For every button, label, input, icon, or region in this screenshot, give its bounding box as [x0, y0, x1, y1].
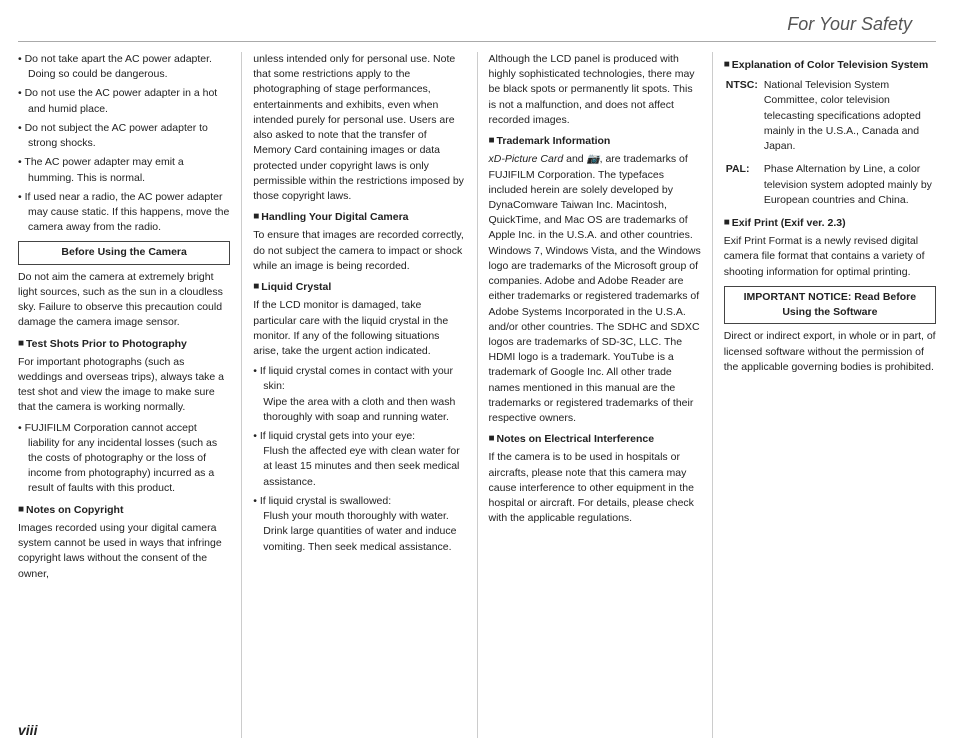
electrical-heading: Notes on Electrical Interference: [489, 432, 701, 447]
trademark-heading: Trademark Information: [489, 134, 701, 149]
before-camera-text: Do not aim the camera at extremely brigh…: [18, 270, 230, 331]
column-3: Although the LCD panel is produced with …: [482, 52, 708, 738]
liquid-bullet-2: If liquid crystal gets into your eye:Flu…: [253, 429, 465, 490]
test-shots-heading: Test Shots Prior to Photography: [18, 337, 230, 352]
electrical-text: If the camera is to be used in hospitals…: [489, 450, 701, 526]
test-shots-text: For important photographs (such as weddi…: [18, 355, 230, 416]
ac-adapter-bullets: Do not take apart the AC power adapter. …: [18, 52, 230, 235]
important-text: Direct or indirect export, in whole or i…: [724, 329, 936, 375]
copyright-heading: Notes on Copyright: [18, 503, 230, 518]
bullet-2: Do not use the AC power adapter in a hot…: [18, 86, 230, 116]
liquid-heading: Liquid Crystal: [253, 280, 465, 295]
before-camera-heading: Before Using the Camera: [18, 241, 230, 264]
pal-label: PAL:: [726, 162, 762, 208]
liquid-text: If the LCD monitor is damaged, take part…: [253, 298, 465, 359]
exif-text: Exif Print Format is a newly revised dig…: [724, 234, 936, 280]
pal-text: Phase Alternation by Line, a color telev…: [764, 162, 934, 208]
exif-heading: Exif Print (Exif ver. 2.3): [724, 216, 936, 231]
copyright-text: Images recorded using your digital camer…: [18, 521, 230, 582]
column-1: Do not take apart the AC power adapter. …: [18, 52, 237, 738]
page-number: viii: [18, 722, 37, 738]
lcd-text: Although the LCD panel is produced with …: [489, 52, 701, 128]
fujifilm-bullet: FUJIFILM Corporation cannot accept liabi…: [18, 421, 230, 497]
color-tv-heading: Explanation of Color Television System: [724, 58, 936, 73]
bullet-1: Do not take apart the AC power adapter. …: [18, 52, 230, 82]
trademark-text: xD-Picture Card and 📷, are trademarks of…: [489, 152, 701, 426]
bullet-4: The AC power adapter may emit a humming.…: [18, 155, 230, 185]
liquid-bullet-1: If liquid crystal comes in contact with …: [253, 364, 465, 425]
copyright-cont: unless intended only for personal use. N…: [253, 52, 465, 204]
column-4: Explanation of Color Television System N…: [717, 52, 936, 738]
ntsc-text: National Television System Committee, co…: [764, 78, 934, 154]
bullet-3: Do not subject the AC power adapter to s…: [18, 121, 230, 151]
important-heading: IMPORTANT NOTICE: Read Before Using the …: [724, 286, 936, 324]
page-title: For Your Safety: [18, 0, 936, 42]
liquid-bullet-3: If liquid crystal is swallowed:Flush you…: [253, 494, 465, 555]
ntsc-label: NTSC:: [726, 78, 762, 154]
handling-text: To ensure that images are recorded corre…: [253, 228, 465, 274]
handling-heading: Handling Your Digital Camera: [253, 210, 465, 225]
column-2: unless intended only for personal use. N…: [246, 52, 472, 738]
bullet-5: If used near a radio, the AC power adapt…: [18, 190, 230, 236]
